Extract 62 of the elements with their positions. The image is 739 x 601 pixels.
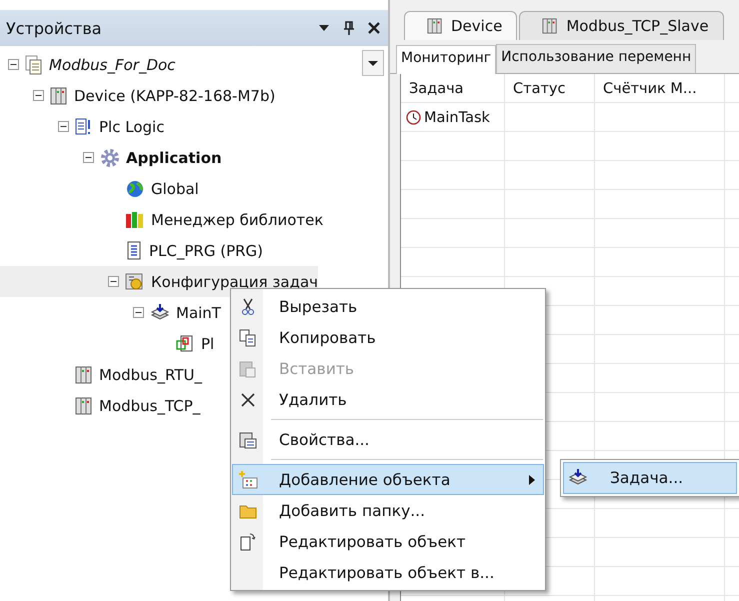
- collapse-icon[interactable]: [83, 152, 94, 163]
- device-icon: [50, 86, 68, 106]
- collapse-icon[interactable]: [108, 276, 119, 287]
- close-icon[interactable]: [368, 22, 380, 34]
- device-icon: [427, 17, 443, 35]
- column-header[interactable]: Статус: [505, 74, 595, 103]
- table-cell: MainTask: [424, 110, 490, 126]
- menu-item[interactable]: Задача...: [563, 462, 737, 494]
- delete-icon: [240, 392, 256, 408]
- tree-item[interactable]: PLC_PRG (PRG): [149, 242, 264, 260]
- collapse-icon[interactable]: [33, 90, 44, 101]
- column-header[interactable]: Задача: [401, 74, 505, 103]
- editor-tab[interactable]: Modbus_TCP_Slave: [519, 11, 724, 40]
- menu-item[interactable]: Свойства...: [232, 424, 544, 455]
- collapse-icon[interactable]: [133, 307, 144, 318]
- tree-item[interactable]: Менеджер библиотек: [151, 210, 324, 228]
- add-object-icon: [238, 470, 258, 488]
- collapse-icon[interactable]: [8, 59, 19, 70]
- device-icon: [75, 364, 93, 384]
- dropdown-icon[interactable]: [318, 24, 330, 32]
- panel-title: Устройства: [6, 18, 103, 38]
- menu-item[interactable]: Редактировать объект: [232, 526, 544, 557]
- pin-icon[interactable]: [344, 21, 354, 35]
- tree-item[interactable]: Application: [126, 148, 222, 166]
- folder-icon: [239, 502, 257, 518]
- menu-item[interactable]: Удалить: [232, 384, 544, 415]
- properties-icon: [239, 430, 257, 448]
- tree-item[interactable]: Pl: [201, 334, 214, 352]
- clock-icon: [406, 110, 421, 125]
- collapse-icon[interactable]: [58, 121, 69, 132]
- view-tab[interactable]: Мониторинг: [396, 45, 496, 74]
- menu-item[interactable]: Вырезать: [232, 291, 544, 322]
- menu-item[interactable]: Добавить папку...: [232, 495, 544, 526]
- logic-icon: [75, 116, 93, 136]
- paste-icon: [239, 360, 257, 378]
- tree-item[interactable]: Global: [151, 180, 199, 198]
- menu-item[interactable]: Редактировать объект в...: [232, 557, 544, 588]
- device-icon: [75, 396, 93, 416]
- device-icon: [542, 17, 558, 35]
- program-icon: [175, 334, 195, 354]
- books-icon: [125, 210, 145, 230]
- column-header[interactable]: Счётчик М...: [595, 74, 725, 103]
- view-tab[interactable]: Использование переменн: [496, 44, 696, 73]
- globe-icon: [125, 178, 145, 198]
- scissors-icon: [241, 298, 255, 316]
- menu-item[interactable]: Копировать: [232, 322, 544, 353]
- tasks-icon: [125, 272, 145, 292]
- tree-item[interactable]: Device (KAPP-82-168-M7b): [74, 86, 276, 104]
- tree-item[interactable]: MainT: [176, 304, 221, 322]
- stack-icon: [150, 302, 170, 322]
- tree-item[interactable]: Modbus_TCP_: [99, 396, 200, 414]
- gear-icon: [100, 148, 120, 168]
- document-icon: [25, 54, 43, 74]
- copy-icon: [239, 328, 257, 346]
- document-icon: [240, 532, 256, 550]
- tree-item[interactable]: Modbus_For_Doc: [49, 56, 176, 74]
- document-icon: [125, 240, 143, 260]
- menu-item[interactable]: Добавление объекта: [232, 464, 544, 495]
- dropdown-button[interactable]: [362, 50, 384, 76]
- tree-item[interactable]: Modbus_RTU_: [99, 366, 202, 384]
- tree-item[interactable]: Plc Logic: [99, 118, 164, 136]
- editor-tab[interactable]: Device: [404, 11, 518, 40]
